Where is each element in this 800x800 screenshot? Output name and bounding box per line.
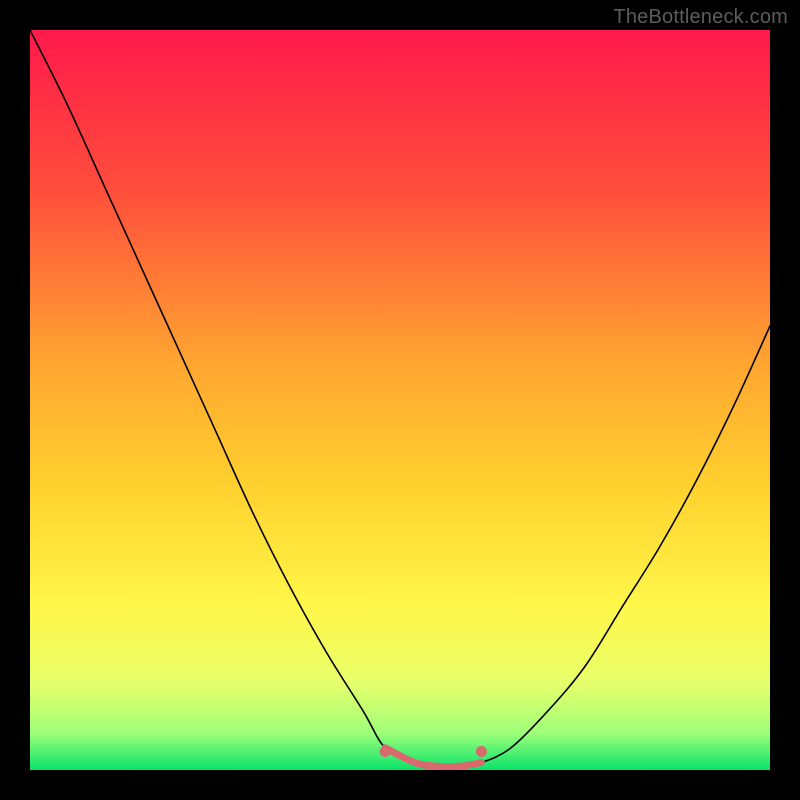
- chart-frame: TheBottleneck.com: [0, 0, 800, 800]
- flat-region-highlight: [385, 748, 481, 767]
- bottleneck-curve: [30, 30, 770, 767]
- watermark-text: TheBottleneck.com: [613, 6, 788, 29]
- plot-area: [30, 30, 770, 770]
- bottleneck-curve-layer: [30, 30, 770, 770]
